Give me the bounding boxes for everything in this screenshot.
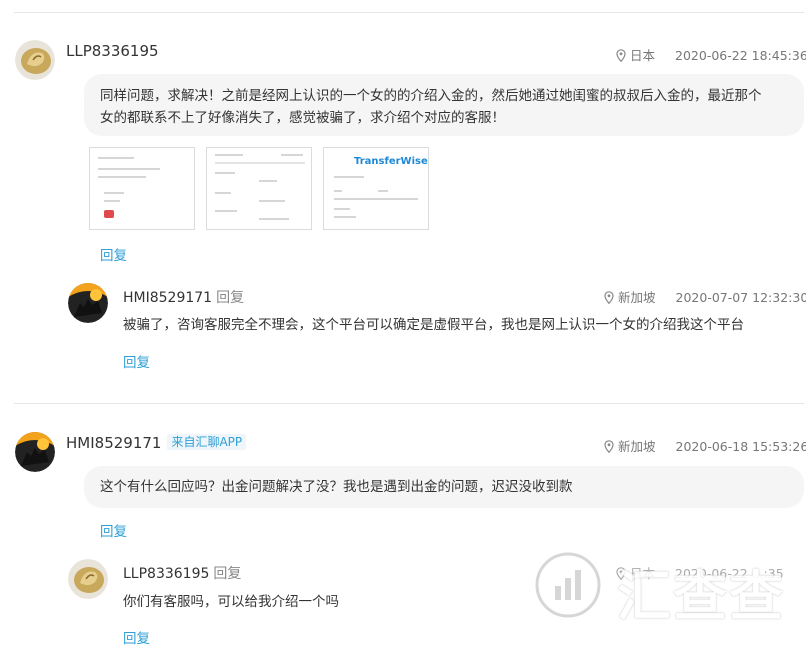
comment-location: 日本 <box>630 48 656 63</box>
comment-date: 2020-06-22 18:45:36 <box>675 48 806 63</box>
reply-link[interactable]: 回复 <box>123 351 150 371</box>
watermark: 汇查查 <box>533 548 803 628</box>
avatar-image <box>68 559 108 599</box>
watermark-logo-icon <box>535 552 601 618</box>
reply-text: 被骗了，咨询客服完全不理会，这个平台可以确定是虚假平台，我也是网上认识一个女的介… <box>123 317 744 333</box>
comment-username-text[interactable]: HMI8529171 <box>66 434 161 452</box>
location-pin-icon <box>604 440 614 453</box>
reply-username[interactable]: HMI8529171 回复 <box>123 287 244 307</box>
comment-divider <box>14 403 804 404</box>
comment-meta: 新加坡 2020-06-18 15:53:26 <box>604 436 806 455</box>
avatar-image <box>15 40 55 80</box>
reply-meta: 新加坡 2020-07-07 12:32:30 <box>604 287 806 306</box>
reply-text: 你们有客服吗，可以给我介绍一个吗 <box>123 594 339 610</box>
reply-location: 新加坡 <box>618 290 656 305</box>
watermark-text: 汇查查 <box>617 565 785 628</box>
reply-tag: 回复 <box>213 566 242 582</box>
reply-link[interactable]: 回复 <box>100 520 127 540</box>
location-pin-icon <box>604 291 614 304</box>
reply-username-text[interactable]: LLP8336195 <box>123 566 209 582</box>
avatar-image <box>15 432 55 472</box>
reply-date: 2020-07-07 12:32:30 <box>675 290 806 305</box>
comment-meta: 日本 2020-06-22 18:45:36 <box>616 45 806 64</box>
location-pin-icon <box>616 49 626 62</box>
avatar-image <box>68 283 108 323</box>
reply-link[interactable]: 回复 <box>100 244 127 264</box>
comment-date: 2020-06-18 15:53:26 <box>675 439 806 454</box>
reply-username-text[interactable]: HMI8529171 <box>123 290 212 306</box>
reply-tag: 回复 <box>216 290 245 306</box>
comment-username[interactable]: HMI8529171 来自汇聊APP <box>66 433 247 452</box>
comment-username[interactable]: LLP8336195 <box>66 42 159 60</box>
comment-text: 这个有什么回应吗？出金问题解决了没？我也是遇到出金的问题，迟迟没收到款 <box>100 479 573 495</box>
comment-text-line2: 女的都联系不上了好像消失了，感觉被骗了，求介绍个对应的客服！ <box>100 110 505 126</box>
avatar-llp[interactable] <box>68 559 108 599</box>
avatar-llp[interactable] <box>15 40 55 80</box>
avatar-hmi[interactable] <box>68 283 108 323</box>
avatar-hmi[interactable] <box>15 432 55 472</box>
app-source-badge: 来自汇聊APP <box>167 434 247 450</box>
attachment-thumbnail-1[interactable] <box>89 147 195 230</box>
transferwise-logo: TransferWise <box>354 156 428 167</box>
comment-bubble: 同样问题，求解决！之前是经网上认识的一个女的的介绍入金的，然后她通过她闺蜜的叔叔… <box>84 74 804 136</box>
attachment-thumbnail-2[interactable] <box>206 147 312 230</box>
top-divider <box>14 12 804 13</box>
comment-location: 新加坡 <box>618 439 656 454</box>
reply-username[interactable]: LLP8336195 回复 <box>123 563 241 583</box>
attachment-thumbnail-3[interactable]: TransferWise <box>323 147 429 230</box>
comment-bubble: 这个有什么回应吗？出金问题解决了没？我也是遇到出金的问题，迟迟没收到款 <box>84 466 804 508</box>
reply-link[interactable]: 回复 <box>123 627 150 647</box>
comment-text-line1: 同样问题，求解决！之前是经网上认识的一个女的的介绍入金的，然后她通过她闺蜜的叔叔… <box>100 88 762 104</box>
